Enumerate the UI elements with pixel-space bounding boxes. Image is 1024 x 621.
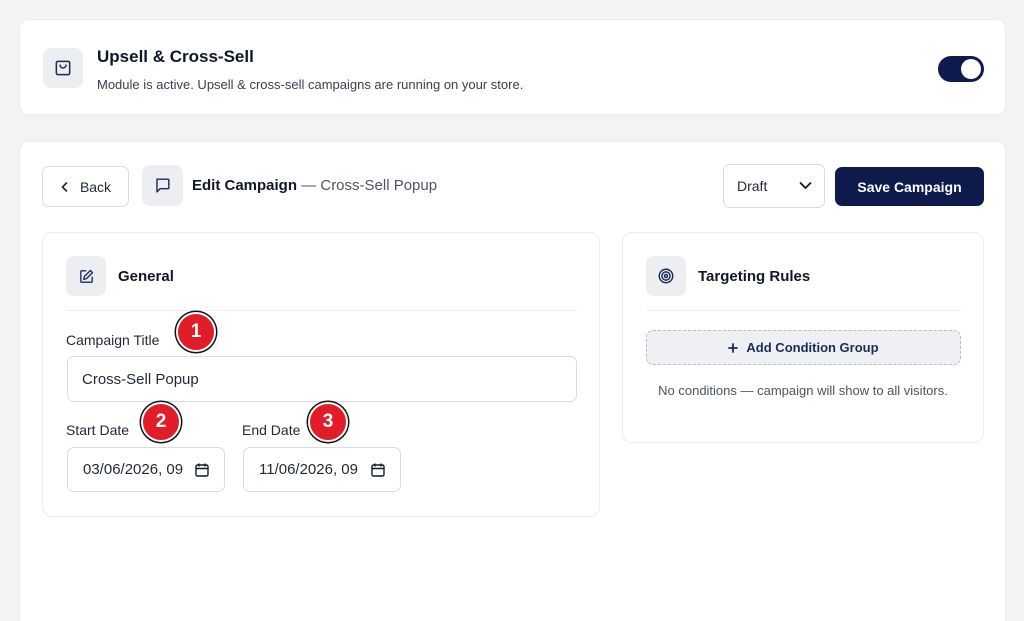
end-date-input[interactable]: 11/06/2026, 09 <box>243 447 401 492</box>
toggle-knob <box>961 59 981 79</box>
targeting-title: Targeting Rules <box>698 268 811 285</box>
module-title: Upsell & Cross-Sell <box>97 47 254 66</box>
module-toggle[interactable] <box>938 56 984 82</box>
status-select[interactable]: Draft <box>723 164 825 208</box>
divider <box>646 310 961 311</box>
edit-label: Edit Campaign <box>192 177 298 194</box>
add-condition-group-label: Add Condition Group <box>746 340 879 355</box>
campaign-editor-card: Back Edit Campaign — Cross-Sell Popup Dr… <box>19 141 1006 621</box>
empty-conditions-message: No conditions — campaign will show to al… <box>658 383 948 398</box>
page-title: Edit Campaign — Cross-Sell Popup <box>192 177 437 194</box>
shopping-bag-icon <box>43 48 83 88</box>
message-icon <box>142 165 183 206</box>
campaign-title-label: Campaign Title <box>66 332 160 348</box>
module-description: Module is active. Upsell & cross-sell ca… <box>97 77 524 92</box>
annotation-badge-2: 2 <box>141 402 181 442</box>
plus-icon <box>728 342 739 353</box>
campaign-title-input[interactable]: Cross-Sell Popup <box>67 356 577 402</box>
general-title: General <box>118 268 174 285</box>
start-date-label: Start Date <box>66 422 130 438</box>
start-date-value: 03/06/2026, 09 <box>83 461 184 478</box>
end-date-label: End Date <box>242 422 301 438</box>
status-value: Draft <box>737 178 768 194</box>
target-icon <box>646 256 686 296</box>
save-campaign-button[interactable]: Save Campaign <box>835 167 984 206</box>
add-condition-group-button[interactable]: Add Condition Group <box>646 330 961 365</box>
end-date-value: 11/06/2026, 09 <box>259 461 358 478</box>
start-date-input[interactable]: 03/06/2026, 09 <box>67 447 225 492</box>
campaign-name: Cross-Sell Popup <box>320 177 438 194</box>
back-label: Back <box>79 178 112 195</box>
title-separator: — <box>297 177 321 194</box>
targeting-panel: Targeting Rules Add Condition Group No c… <box>622 232 984 443</box>
chevron-left-icon <box>61 181 68 192</box>
back-button[interactable]: Back <box>42 166 129 207</box>
edit-icon <box>66 256 106 296</box>
module-card: Upsell & Cross-Sell Module is active. Up… <box>19 19 1006 115</box>
divider <box>66 310 577 311</box>
calendar-icon[interactable] <box>195 463 209 477</box>
annotation-badge-3: 3 <box>308 402 348 442</box>
chevron-down-icon <box>799 182 812 189</box>
annotation-badge-1: 1 <box>176 312 216 352</box>
general-panel: General Campaign Title 1 Cross-Sell Popu… <box>42 232 600 517</box>
calendar-icon[interactable] <box>371 463 385 477</box>
